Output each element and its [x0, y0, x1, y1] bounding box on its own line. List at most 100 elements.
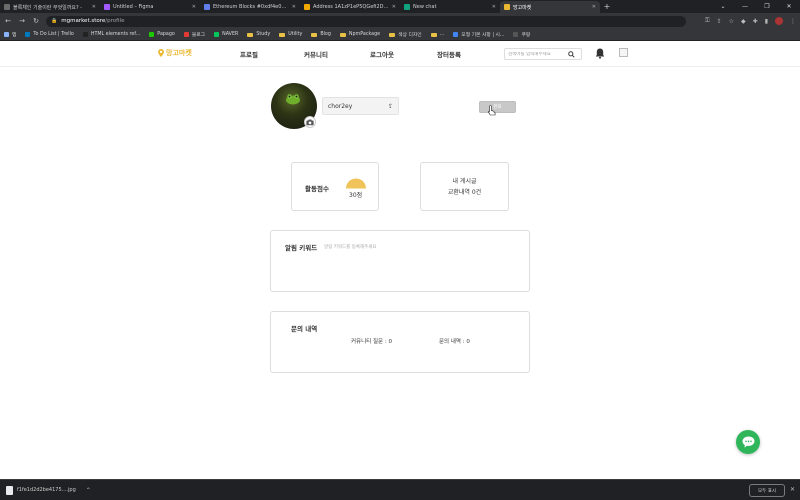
- download-item[interactable]: f1fe1d2d2be4175....jpg ⌃: [6, 485, 91, 495]
- edit-complete-button[interactable]: 완료: [479, 101, 516, 113]
- inquiry-count[interactable]: 문의 내역 : 0: [439, 337, 470, 345]
- tab-close-icon[interactable]: ✕: [192, 4, 196, 10]
- bookmark-favicon-icon: [82, 32, 88, 37]
- folder-icon: [430, 32, 437, 37]
- folder-icon: [311, 32, 318, 37]
- nav-logout[interactable]: 로그아웃: [370, 49, 394, 59]
- menu-kebab-icon[interactable]: ⋮: [790, 18, 796, 25]
- back-icon[interactable]: ←: [4, 17, 12, 25]
- chevron-up-icon[interactable]: ⌃: [86, 487, 91, 494]
- apps-grid-icon: [4, 32, 9, 37]
- share-icon[interactable]: ⇪: [717, 18, 722, 25]
- bookmark-item[interactable]: NpmPackage: [339, 32, 380, 37]
- bookmark-item[interactable]: Papago: [149, 32, 175, 37]
- reload-icon[interactable]: ↻: [32, 17, 40, 25]
- user-thumbnail-image[interactable]: [619, 48, 628, 57]
- bookmark-favicon-icon: [183, 32, 189, 37]
- browser-tab[interactable]: 망고마켓 ✕: [500, 1, 600, 13]
- bookmark-item[interactable]: 색상 디자인: [389, 31, 422, 38]
- nav-profile[interactable]: 프로필: [240, 49, 258, 59]
- new-tab-button[interactable]: +: [600, 1, 614, 13]
- close-window-button[interactable]: ✕: [778, 0, 800, 13]
- bell-icon[interactable]: [595, 48, 605, 59]
- activity-score-value: 30점: [349, 192, 363, 199]
- bookmark-item[interactable]: 블로그: [183, 31, 206, 38]
- tab-title: Untitled – Figma: [113, 4, 154, 10]
- tab-close-icon[interactable]: ✕: [92, 4, 96, 10]
- community-question-count[interactable]: 커뮤니티 질문 : 0: [351, 337, 392, 345]
- bookmark-item[interactable]: Study: [247, 32, 270, 37]
- tab-favicon-icon: [304, 4, 310, 10]
- hand-cursor-icon: [488, 105, 496, 116]
- bookmark-label: 앱: [12, 33, 17, 38]
- bookmark-label: 쿠팡: [521, 33, 531, 38]
- profile-avatar-icon[interactable]: [775, 17, 783, 25]
- upload-icon[interactable]: ⇪: [388, 103, 393, 110]
- bookmark-label: Papago: [157, 32, 175, 37]
- tab-title: Ethereum Blocks #0xdf4e0674051: [213, 4, 289, 10]
- bookmark-item[interactable]: ...: [430, 32, 445, 37]
- bookmark-item[interactable]: Utility: [279, 32, 302, 37]
- bookmark-item[interactable]: NAVER: [214, 32, 238, 37]
- folder-icon: [279, 32, 286, 37]
- bookmark-label: HTML elements ref...: [90, 32, 141, 37]
- bookmark-label: 모형 기본 사항 | 시...: [461, 33, 505, 38]
- bookmark-item[interactable]: 앱: [4, 31, 16, 38]
- tab-search-icon[interactable]: ⌄: [712, 0, 734, 13]
- key-icon[interactable]: ⚿: [705, 17, 710, 25]
- exchange-count: 교환내역 0건: [447, 189, 482, 196]
- tab-title: 망고마켓: [513, 4, 532, 11]
- bookmark-favicon-icon: [149, 32, 155, 37]
- browser-tab-bar: 블록체인 기술이란 무엇일까요? - ✕ Untitled – Figma ✕ Ethe…: [0, 0, 800, 13]
- site-logo[interactable]: 망고마켓: [158, 48, 192, 58]
- url-input[interactable]: 🔒 mgmarket.store/profile: [46, 15, 686, 27]
- bookmark-item[interactable]: 쿠팡: [513, 31, 530, 38]
- search-icon[interactable]: [568, 50, 575, 58]
- close-icon[interactable]: ✕: [790, 486, 795, 493]
- location-pin-icon: [158, 49, 164, 57]
- tab-close-icon[interactable]: ✕: [592, 4, 596, 10]
- bookmark-favicon-icon: [214, 32, 220, 37]
- inquiry-card: 문의 내역 커뮤니티 질문 : 0 문의 내역 : 0: [270, 311, 530, 373]
- nickname-field[interactable]: chor2ey ⇪: [322, 97, 399, 115]
- frog-photo: [286, 94, 300, 105]
- bookmark-label: ...: [439, 32, 445, 37]
- browser-tab[interactable]: Untitled – Figma ✕: [100, 1, 200, 13]
- bookmark-item[interactable]: HTML elements ref...: [82, 32, 141, 37]
- tab-close-icon[interactable]: ✕: [292, 4, 296, 10]
- download-bar: f1fe1d2d2be4175....jpg ⌃ 모두 표시 ✕: [0, 479, 800, 500]
- camera-icon[interactable]: [304, 116, 316, 128]
- extension-icon[interactable]: ◆: [741, 18, 746, 25]
- show-all-button[interactable]: 모두 표시: [749, 484, 785, 497]
- puzzle-icon[interactable]: ✚: [753, 18, 758, 25]
- my-posts-card[interactable]: 내 게시글 교환내역 0건: [420, 162, 509, 211]
- browser-tab[interactable]: 블록체인 기술이란 무엇일까요? - ✕: [0, 1, 100, 13]
- keyword-hint: 알림 키워드를 등록해주세요: [324, 245, 377, 250]
- browser-tab[interactable]: New chat ✕: [400, 1, 500, 13]
- tab-favicon-icon: [4, 4, 10, 10]
- tab-close-icon[interactable]: ✕: [392, 4, 396, 10]
- chat-button[interactable]: [736, 430, 760, 454]
- search-input[interactable]: [508, 51, 568, 57]
- bookmark-label: Study: [256, 32, 271, 37]
- search-box: [504, 48, 582, 60]
- bookmark-item[interactable]: Blog: [311, 32, 331, 37]
- bookmark-favicon-icon: [25, 32, 31, 37]
- forward-icon[interactable]: →: [18, 17, 26, 25]
- bookmark-star-icon[interactable]: ☆: [729, 18, 734, 25]
- bookmark-favicon-icon: [513, 32, 519, 37]
- browser-tab[interactable]: Address 1A1zP1eP5QGefi2DMPT ✕: [300, 1, 400, 13]
- restore-button[interactable]: ❐: [756, 0, 778, 13]
- tab-favicon-icon: [204, 4, 210, 10]
- download-filename: f1fe1d2d2be4175....jpg: [17, 487, 76, 493]
- sidepanel-icon[interactable]: ▮: [765, 18, 768, 25]
- bookmark-item[interactable]: To Do List | Trello: [25, 32, 74, 37]
- bookmark-item[interactable]: 모형 기본 사항 | 시...: [453, 31, 504, 38]
- bookmark-label: 블로그: [191, 33, 206, 38]
- browser-tab[interactable]: Ethereum Blocks #0xdf4e0674051✕: [200, 1, 300, 13]
- bookmark-favicon-icon: [453, 32, 459, 37]
- tab-close-icon[interactable]: ✕: [492, 4, 496, 10]
- minimize-button[interactable]: —: [734, 0, 756, 13]
- nav-market-register[interactable]: 장터등록: [437, 49, 461, 59]
- nav-community[interactable]: 커뮤니티: [304, 49, 328, 59]
